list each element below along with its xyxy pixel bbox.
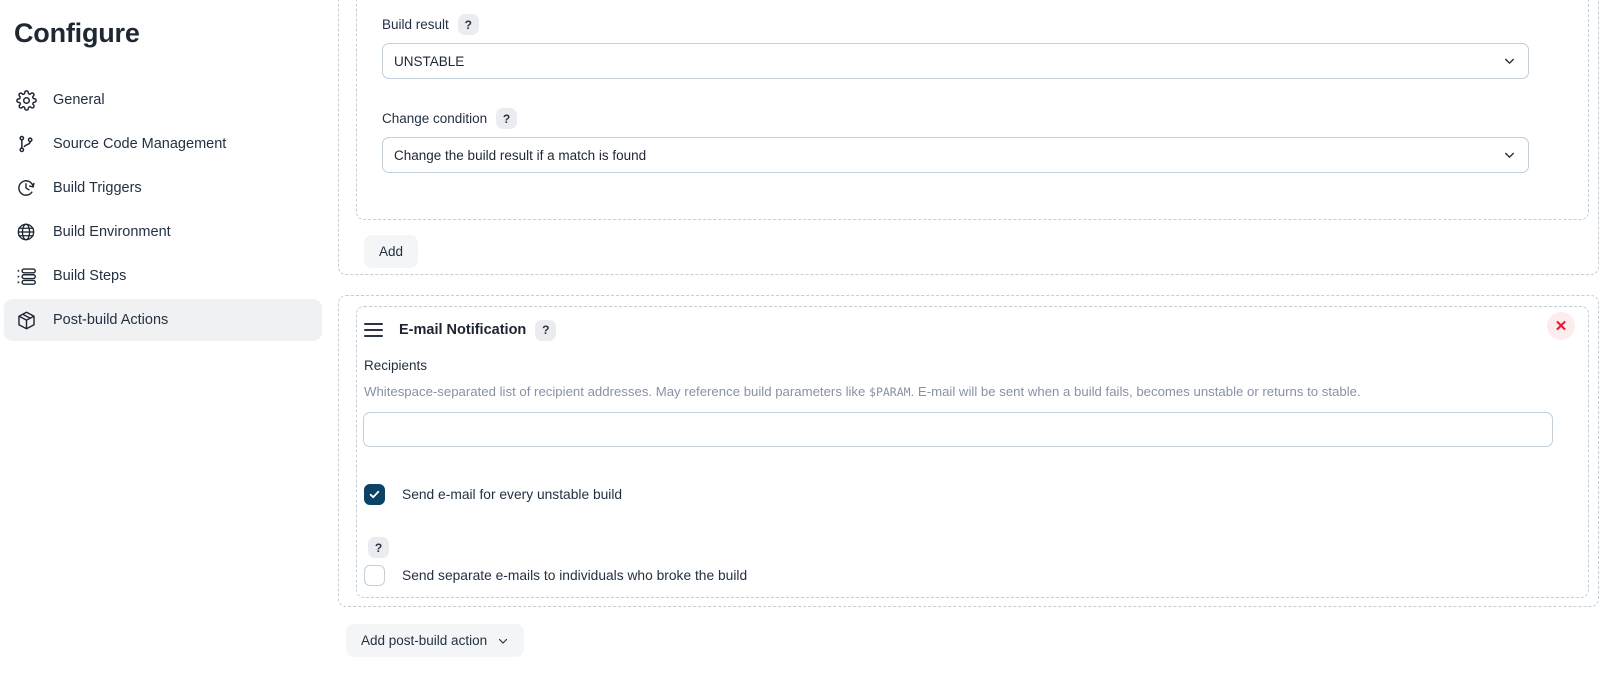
- configure-page: Configure General: [0, 0, 1607, 686]
- sidebar-item-label: Build Environment: [53, 224, 171, 240]
- sidebar-item-source-code-management[interactable]: Source Code Management: [4, 123, 322, 165]
- change-condition-field: Change condition ? Change the build resu…: [382, 108, 1529, 173]
- chevron-down-icon: [1503, 55, 1516, 68]
- email-notification-title: E-mail Notification: [399, 322, 526, 338]
- gear-icon: [14, 88, 38, 112]
- recipients-hint: Whitespace-separated list of recipient a…: [364, 384, 1361, 399]
- source-branch-icon: [14, 132, 38, 156]
- add-post-build-action-label: Add post-build action: [361, 633, 487, 648]
- build-result-select[interactable]: UNSTABLE: [382, 43, 1529, 79]
- build-result-field: Build result ? UNSTABLE: [382, 14, 1529, 79]
- add-post-build-action-button[interactable]: Add post-build action: [346, 624, 524, 657]
- recipients-hint-after: . E-mail will be sent when a build fails…: [911, 384, 1361, 399]
- recipients-hint-code: $PARAM: [869, 385, 911, 399]
- chevron-down-icon: [497, 635, 509, 647]
- clock-icon: [14, 176, 38, 200]
- sidebar-item-label: Build Steps: [53, 268, 126, 284]
- send-separate-emails-label[interactable]: Send separate e-mails to individuals who…: [402, 568, 747, 583]
- email-notification-help-icon[interactable]: ?: [535, 320, 556, 341]
- build-result-label-row: Build result ?: [382, 14, 1529, 35]
- change-condition-label: Change condition: [382, 111, 487, 126]
- recipients-label: Recipients: [364, 358, 427, 373]
- sidebar-item-label: General: [53, 92, 105, 108]
- build-result-value: UNSTABLE: [394, 54, 464, 69]
- sidebar-item-build-steps[interactable]: Build Steps: [4, 255, 322, 297]
- build-result-help-icon[interactable]: ?: [458, 14, 479, 35]
- change-condition-help-icon[interactable]: ?: [496, 108, 517, 129]
- main-content: Build result ? UNSTABLE Change condition…: [330, 0, 1607, 686]
- send-email-unstable-checkbox[interactable]: [364, 484, 385, 505]
- change-condition-value: Change the build result if a match is fo…: [394, 148, 646, 163]
- send-email-unstable-row: Send e-mail for every unstable build: [364, 484, 622, 505]
- sidebar-item-label: Source Code Management: [53, 136, 226, 152]
- sidebar-nav: General Source Code Management: [0, 79, 330, 341]
- email-notification-group-inner: [356, 306, 1589, 598]
- change-condition-label-row: Change condition ?: [382, 108, 1529, 129]
- recipients-input[interactable]: [363, 412, 1553, 447]
- globe-icon: [14, 220, 38, 244]
- drag-handle-icon[interactable]: [364, 323, 383, 337]
- build-result-label: Build result: [382, 17, 449, 32]
- sidebar-item-build-environment[interactable]: Build Environment: [4, 211, 322, 253]
- page-title: Configure: [14, 18, 330, 49]
- send-separate-emails-row: Send separate e-mails to individuals who…: [364, 565, 747, 586]
- sidebar: Configure General: [0, 0, 330, 686]
- chevron-down-icon: [1503, 149, 1516, 162]
- recipients-hint-before: Whitespace-separated list of recipient a…: [364, 384, 869, 399]
- send-separate-emails-help-icon[interactable]: ?: [368, 537, 389, 558]
- change-condition-select[interactable]: Change the build result if a match is fo…: [382, 137, 1529, 173]
- send-email-unstable-label[interactable]: Send e-mail for every unstable build: [402, 487, 622, 502]
- send-separate-emails-checkbox[interactable]: [364, 565, 385, 586]
- add-button[interactable]: Add: [364, 235, 418, 268]
- sidebar-item-label: Build Triggers: [53, 180, 142, 196]
- package-icon: [14, 308, 38, 332]
- email-notification-header: E-mail Notification ?: [364, 318, 556, 342]
- sidebar-item-general[interactable]: General: [4, 79, 322, 121]
- list-steps-icon: [14, 264, 38, 288]
- delete-email-notification-button[interactable]: ✕: [1547, 312, 1575, 340]
- sidebar-item-build-triggers[interactable]: Build Triggers: [4, 167, 322, 209]
- sidebar-item-label: Post-build Actions: [53, 312, 168, 328]
- sidebar-item-post-build-actions[interactable]: Post-build Actions: [4, 299, 322, 341]
